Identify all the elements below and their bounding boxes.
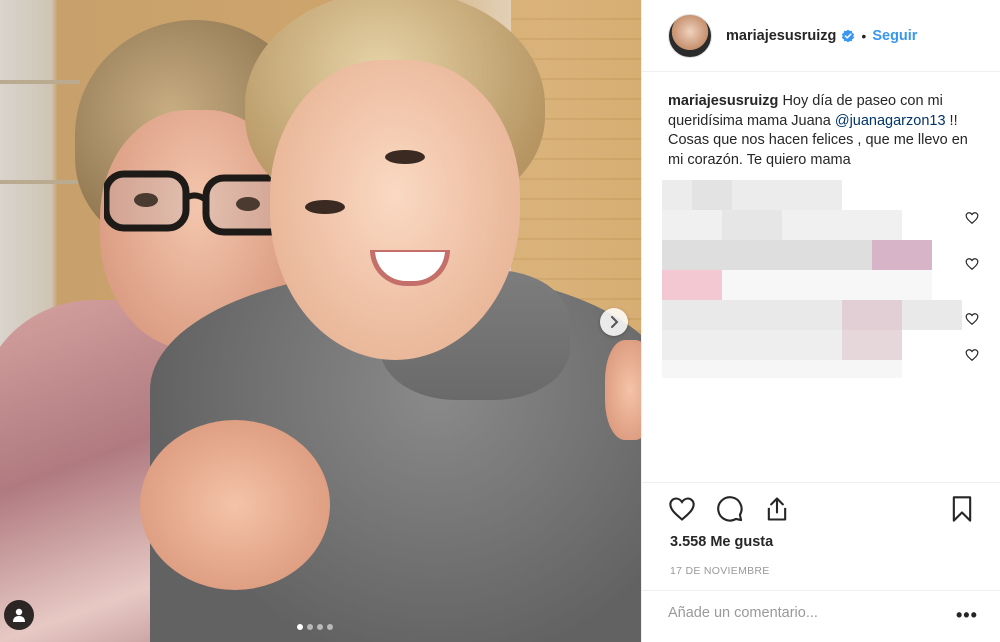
user-icon <box>13 608 25 622</box>
carousel-dot <box>297 624 303 630</box>
comment-like-heart-icon[interactable] <box>965 257 979 271</box>
follow-button[interactable]: Seguir <box>872 28 917 44</box>
more-options-button[interactable]: ••• <box>956 605 978 626</box>
verified-badge-icon <box>842 29 855 42</box>
post-photo[interactable] <box>0 0 641 642</box>
comment-icon[interactable] <box>716 495 744 523</box>
heart-icon[interactable] <box>668 495 696 523</box>
daughter-eye <box>305 200 345 214</box>
instagram-post: mariajesusruizg • Seguir mariajesusruizg… <box>0 0 1000 642</box>
header-username[interactable]: mariajesusruizg <box>726 28 836 44</box>
blurred-comments <box>662 180 972 380</box>
share-icon[interactable] <box>763 495 791 523</box>
comment-like-heart-icon[interactable] <box>965 211 979 225</box>
caption-mention[interactable]: @juanagarzon13 <box>835 113 946 129</box>
carousel-next-button[interactable] <box>600 308 628 336</box>
post-sidebar: mariajesusruizg • Seguir mariajesusruizg… <box>641 0 1000 642</box>
action-bar <box>642 482 1000 522</box>
bookmark-icon[interactable] <box>948 495 976 523</box>
chevron-right-icon <box>611 316 619 328</box>
post-caption: mariajesusruizg Hoy día de paseo con mi … <box>668 92 983 170</box>
tagged-users-button[interactable] <box>4 600 34 630</box>
comment-input[interactable] <box>668 605 938 621</box>
caption-username[interactable]: mariajesusruizg <box>668 93 778 109</box>
carousel-dot <box>317 624 323 630</box>
carousel-dot <box>327 624 333 630</box>
comment-bar: ••• <box>642 590 1000 642</box>
comment-like-heart-icon[interactable] <box>965 348 979 362</box>
post-date[interactable]: 17 DE NOVIEMBRE <box>670 565 770 577</box>
mother-glasses <box>104 170 294 236</box>
carousel-indicator <box>297 624 333 630</box>
mother-hand <box>140 420 330 590</box>
shelf-line <box>0 80 80 84</box>
header-separator: • <box>861 27 867 44</box>
daughter-eye <box>385 150 425 164</box>
comment-like-heart-icon[interactable] <box>965 312 979 326</box>
carousel-dot <box>307 624 313 630</box>
post-header: mariajesusruizg • Seguir <box>642 0 1000 72</box>
profile-avatar[interactable] <box>668 13 712 58</box>
likes-count[interactable]: 3.558 Me gusta <box>670 534 773 550</box>
shelf-line <box>0 180 80 184</box>
mother-hand-right <box>605 340 641 440</box>
